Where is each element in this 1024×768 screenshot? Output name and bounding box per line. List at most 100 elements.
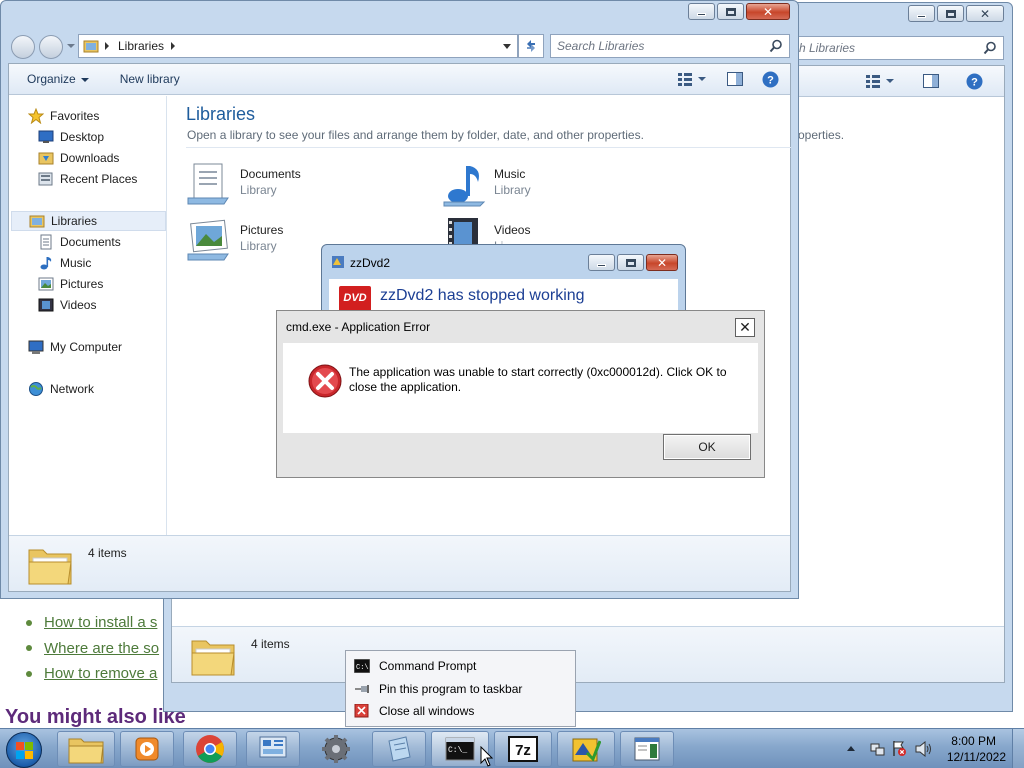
volume-icon[interactable]: [915, 741, 933, 757]
maximize-button[interactable]: [617, 254, 644, 271]
bullet-icon: [26, 619, 32, 626]
control-panel-icon: [259, 736, 287, 758]
chevron-down-icon: [80, 77, 89, 82]
library-music[interactable]: Music Library: [440, 160, 531, 208]
details-pane: 4 items: [9, 535, 790, 591]
clock-time[interactable]: 8:00 PM: [951, 734, 996, 748]
nav-item-videos[interactable]: Videos: [38, 295, 96, 315]
address-dropdown-icon[interactable]: [503, 44, 511, 49]
view-options-icon[interactable]: [678, 72, 706, 89]
bullet-icon: [26, 670, 32, 677]
dialog-message: zzDvd2 has stopped working: [380, 287, 585, 304]
back-button[interactable]: [11, 35, 35, 59]
related-links-list: How to install a s Where are the so How …: [26, 610, 159, 687]
new-library-button[interactable]: New library: [120, 72, 180, 86]
library-pictures[interactable]: Pictures Library: [186, 216, 283, 264]
music-library-icon: [443, 166, 486, 207]
item-count: 4 items: [88, 546, 127, 560]
taskbar-control-panel-button[interactable]: [246, 731, 300, 767]
library-documents[interactable]: Documents Library: [186, 160, 301, 208]
taskbar-media-player-button[interactable]: [120, 731, 174, 767]
back-details-pane: 4 items: [172, 626, 1004, 682]
organize-menu[interactable]: Organize: [27, 72, 89, 86]
view-options-icon[interactable]: [866, 74, 894, 91]
close-icon: ✕: [739, 319, 751, 335]
taskbar-7zip-button[interactable]: 7z: [494, 731, 552, 767]
breadcrumb[interactable]: Libraries: [118, 39, 164, 53]
start-button[interactable]: [6, 732, 42, 768]
nav-item-music[interactable]: Music: [38, 253, 91, 273]
nav-item-documents[interactable]: Documents: [38, 232, 121, 252]
command-prompt-icon: C:\_: [445, 737, 475, 761]
jump-list-pin[interactable]: Pin this program to taskbar: [354, 680, 522, 698]
svg-text:7z: 7z: [515, 742, 531, 759]
search-icon: [769, 39, 782, 53]
related-link[interactable]: How to remove a: [26, 661, 159, 687]
zzdvd-crash-dialog[interactable]: zzDvd2 ✕ DVD zzDvd2 has stopped working: [321, 244, 686, 314]
minimize-icon: [917, 15, 926, 18]
nav-item-recent-places[interactable]: Recent Places: [38, 169, 137, 189]
command-prompt-icon: C:\: [354, 659, 370, 673]
help-icon[interactable]: ?: [966, 73, 983, 93]
taskbar-installer-button[interactable]: [557, 731, 615, 767]
desktop-icon: [38, 130, 54, 143]
clock-date[interactable]: 12/11/2022: [947, 750, 1006, 764]
preview-pane-icon[interactable]: [727, 72, 743, 89]
taskbar-document-button[interactable]: [620, 731, 674, 767]
show-desktop-button[interactable]: [1012, 729, 1024, 768]
nav-item-pictures[interactable]: Pictures: [38, 274, 103, 294]
refresh-button[interactable]: [518, 34, 544, 58]
address-row: Libraries Search Libraries: [1, 34, 800, 60]
bullet-icon: [26, 645, 32, 652]
search-input[interactable]: h Libraries: [792, 36, 1004, 60]
show-hidden-icons-chevron-icon[interactable]: [847, 746, 855, 751]
folder-icon: [28, 549, 72, 585]
window-controls: ✕: [688, 3, 790, 20]
title-divider: [186, 147, 791, 148]
close-button[interactable]: ✕: [746, 3, 790, 20]
notepad-icon: [388, 736, 411, 762]
svg-text:C:\_: C:\_: [448, 746, 467, 755]
nav-item-libraries[interactable]: Libraries: [11, 211, 166, 231]
nav-item-my-computer[interactable]: My Computer: [28, 337, 122, 357]
close-button[interactable]: ✕: [646, 254, 678, 271]
taskbar: C:\_ 7z 8:00 PM 12/11/2022: [0, 728, 1024, 768]
breadcrumb-separator-icon: [171, 42, 176, 50]
taskbar-explorer-button[interactable]: [57, 731, 115, 767]
nav-item-network[interactable]: Network: [28, 379, 94, 399]
svg-text:C:\: C:\: [356, 664, 369, 672]
ok-button[interactable]: OK: [663, 434, 751, 460]
taskbar-notepad-button[interactable]: [372, 731, 426, 767]
forward-button[interactable]: [39, 35, 63, 59]
minimize-button[interactable]: [688, 3, 715, 20]
windows-logo-icon: [16, 742, 33, 759]
network-tray-icon[interactable]: [869, 741, 885, 757]
address-bar[interactable]: Libraries: [78, 34, 518, 58]
application-error-dialog[interactable]: cmd.exe - Application Error ✕ The applic…: [276, 310, 765, 478]
details-pane-icon[interactable]: [923, 74, 939, 91]
minimize-button[interactable]: [588, 254, 615, 271]
jump-list-command-prompt[interactable]: C:\ Command Prompt: [354, 657, 476, 675]
related-link[interactable]: How to install a s: [26, 610, 159, 636]
action-center-icon[interactable]: [891, 740, 907, 757]
taskbar-chrome-button[interactable]: [183, 731, 237, 767]
taskbar-settings-button[interactable]: [309, 731, 363, 767]
minimize-button[interactable]: [908, 5, 935, 22]
navigation-pane: Favorites Desktop Downloads Recent Place…: [9, 96, 167, 540]
nav-item-desktop[interactable]: Desktop: [38, 127, 104, 147]
search-input[interactable]: Search Libraries: [550, 34, 790, 58]
installer-icon: [572, 738, 601, 762]
close-button[interactable]: ✕: [735, 318, 755, 337]
close-button[interactable]: ✕: [966, 5, 1004, 22]
related-link[interactable]: Where are the so: [26, 636, 159, 662]
media-player-icon: [135, 737, 159, 761]
help-icon[interactable]: ?: [762, 71, 779, 91]
window-controls: ✕: [908, 5, 1004, 22]
window-controls: ✕: [588, 254, 678, 271]
history-dropdown-icon[interactable]: [67, 44, 75, 48]
jump-list-close-all[interactable]: Close all windows: [354, 702, 474, 720]
maximize-button[interactable]: [717, 3, 744, 20]
maximize-button[interactable]: [937, 5, 964, 22]
nav-item-favorites[interactable]: Favorites: [28, 106, 99, 126]
nav-item-downloads[interactable]: Downloads: [38, 148, 119, 168]
